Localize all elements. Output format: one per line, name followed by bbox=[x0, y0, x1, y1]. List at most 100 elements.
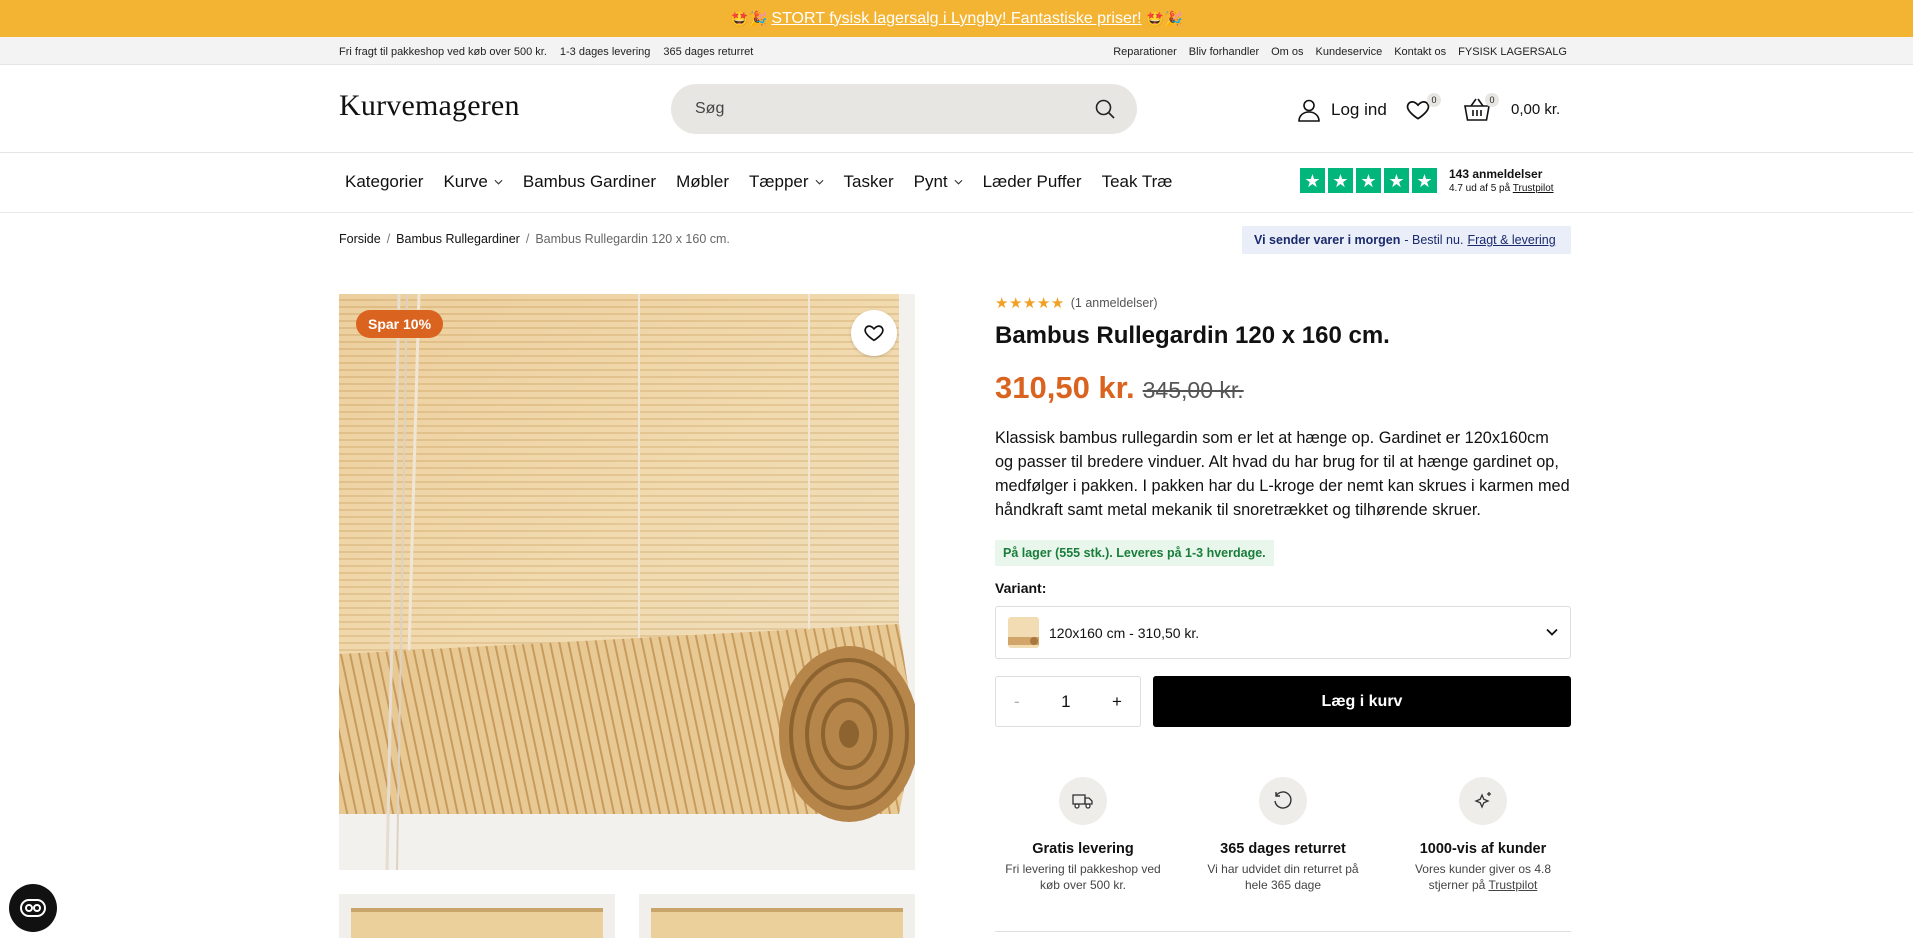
usp-desc: Fri levering til pakkeshop ved køb over … bbox=[1005, 862, 1161, 892]
sparkle-star-icon bbox=[1459, 777, 1507, 825]
star-icon: ★ bbox=[1384, 168, 1409, 193]
promo-link[interactable]: STORT fysisk lagersalg i Lyngby! Fantast… bbox=[771, 10, 1141, 28]
usp-free-shipping: Fri fragt til pakkeshop ved køb over 500… bbox=[339, 46, 547, 58]
shipping-notice: Vi sender varer i morgen - Bestil nu. Fr… bbox=[1242, 226, 1571, 254]
product-title: Bambus Rullegardin 120 x 160 cm. bbox=[995, 322, 1390, 349]
utility-bar: Fri fragt til pakkeshop ved køb over 500… bbox=[0, 37, 1913, 65]
usp-item: 1000-vis af kunder Vores kunder giver os… bbox=[1395, 777, 1571, 893]
link-om-os[interactable]: Om os bbox=[1271, 46, 1303, 58]
trustpilot-link[interactable]: Trustpilot bbox=[1513, 183, 1554, 194]
breadcrumb-current: Bambus Rullegardin 120 x 160 cm. bbox=[535, 232, 730, 246]
chevron-down-icon bbox=[1546, 628, 1558, 636]
link-bliv-forhandler[interactable]: Bliv forhandler bbox=[1189, 46, 1259, 58]
chevron-down-icon bbox=[954, 179, 963, 185]
star-icon: ★ bbox=[1300, 168, 1325, 193]
chat-button[interactable] bbox=[9, 884, 57, 932]
product-main-image[interactable]: Spar 10% bbox=[339, 294, 915, 870]
promo-emoji-right: 🤩🎉 bbox=[1145, 10, 1183, 28]
qty-decrease-button[interactable]: - bbox=[1014, 692, 1020, 712]
star-icon: ★ bbox=[1328, 168, 1353, 193]
bamboo-blind-image bbox=[339, 294, 915, 870]
usp-item: Gratis levering Fri levering til pakkesh… bbox=[995, 777, 1171, 893]
nav-item-pynt[interactable]: Pynt bbox=[914, 172, 963, 192]
variant-swatch bbox=[1008, 617, 1039, 648]
variant-value: 120x160 cm - 310,50 kr. bbox=[1049, 624, 1200, 641]
link-fysisk-lagersalg[interactable]: FYSISK LAGERSALG bbox=[1458, 46, 1567, 58]
usp-delivery: 1-3 dages levering bbox=[559, 46, 651, 58]
nav-item-taepper[interactable]: Tæpper bbox=[749, 172, 824, 192]
qty-value[interactable]: 1 bbox=[1061, 692, 1070, 712]
search-icon[interactable] bbox=[1093, 97, 1117, 121]
trustpilot-score: 4.7 ud af 5 på Trustpilot bbox=[1449, 183, 1554, 194]
product-description: Klassisk bambus rullegardin som er let a… bbox=[995, 429, 1570, 519]
nav-label: Kategorier bbox=[345, 172, 424, 191]
heart-icon bbox=[864, 325, 884, 342]
nav-item-kategorier[interactable]: Kategorier bbox=[345, 172, 423, 192]
usp-list: Fri fragt til pakkeshop ved køb over 500… bbox=[339, 46, 753, 58]
product-info: ★★★★★ (1 anmeldelser) Bambus Rullegardin… bbox=[995, 294, 1571, 893]
cart-button[interactable]: 0 bbox=[1463, 93, 1499, 123]
trustpilot-link[interactable]: Trustpilot bbox=[1488, 878, 1537, 892]
breadcrumb-separator: / bbox=[525, 232, 530, 246]
trustpilot-score-text: 4.7 ud af 5 på bbox=[1449, 183, 1511, 194]
breadcrumb-category[interactable]: Bambus Rullegardiner bbox=[396, 232, 520, 246]
qty-increase-button[interactable]: + bbox=[1112, 692, 1122, 712]
login-button[interactable]: Log ind bbox=[1296, 97, 1387, 123]
usp-title: Gratis levering bbox=[1032, 841, 1134, 857]
usp-returns: 365 dages returret bbox=[663, 46, 754, 58]
rating-stars: ★★★★★ bbox=[995, 295, 1065, 312]
usp-item: 365 dages returret Vi har udvidet din re… bbox=[1195, 777, 1371, 893]
trustpilot-widget[interactable]: ★ ★ ★ ★ ★ 143 anmeldelser 4.7 ud af 5 på… bbox=[1300, 167, 1554, 194]
review-count: (1 anmeldelser) bbox=[1070, 296, 1158, 310]
nav-label: Bambus Gardiner bbox=[522, 172, 657, 191]
site-header: Kurvemageren Log ind 0 0 0,00 kr. bbox=[0, 65, 1913, 153]
cart-count-badge: 0 bbox=[1485, 93, 1499, 107]
sale-badge: Spar 10% bbox=[356, 310, 444, 338]
shipping-notice-bold: Vi sender varer i morgen bbox=[1254, 233, 1401, 247]
product-thumbnail[interactable] bbox=[339, 894, 615, 938]
star-icon: ★ bbox=[1356, 168, 1381, 193]
breadcrumb: Forside / Bambus Rullegardiner / Bambus … bbox=[339, 232, 730, 246]
nav-item-teak-trae[interactable]: Teak Træ bbox=[1102, 172, 1173, 192]
link-kontakt-os[interactable]: Kontakt os bbox=[1394, 46, 1446, 58]
nav-item-bambus-gardiner[interactable]: Bambus Gardiner bbox=[523, 172, 656, 192]
chevron-down-icon bbox=[494, 179, 503, 185]
add-to-cart-button[interactable]: Læg i kurv bbox=[1153, 676, 1571, 727]
nav-item-mobler[interactable]: Møbler bbox=[676, 172, 729, 192]
nav-label: Tasker bbox=[843, 172, 894, 191]
login-label: Log ind bbox=[1331, 100, 1387, 119]
thumbnail-image bbox=[339, 894, 615, 938]
usp-desc: Vores kunder giver os 4.8 stjerner på Tr… bbox=[1395, 861, 1571, 893]
search-input[interactable] bbox=[695, 98, 1075, 120]
utility-links: Reparationer Bliv forhandler Om os Kunde… bbox=[1113, 46, 1567, 58]
variant-select[interactable]: 120x160 cm - 310,50 kr. bbox=[995, 606, 1571, 659]
promo-emoji-left: 🤩🎉 bbox=[730, 10, 768, 28]
usp-desc: Vi har udvidet din returret på hele 365 … bbox=[1207, 862, 1359, 892]
link-reparationer[interactable]: Reparationer bbox=[1113, 46, 1177, 58]
return-icon bbox=[1259, 777, 1307, 825]
breadcrumb-home[interactable]: Forside bbox=[339, 232, 381, 246]
nav-item-laeder-puffer[interactable]: Læder Puffer bbox=[983, 172, 1082, 192]
logo[interactable]: Kurvemageren bbox=[339, 89, 520, 123]
product-rating[interactable]: ★★★★★ (1 anmeldelser) bbox=[995, 294, 1571, 312]
wishlist-button[interactable]: 0 bbox=[1405, 93, 1441, 123]
cart-total[interactable]: 0,00 kr. bbox=[1511, 101, 1560, 118]
trustpilot-stars: ★ ★ ★ ★ ★ bbox=[1300, 168, 1437, 193]
wishlist-count-badge: 0 bbox=[1427, 93, 1441, 107]
divider bbox=[995, 931, 1571, 932]
product-thumbnail[interactable] bbox=[639, 894, 915, 938]
link-kundeservice[interactable]: Kundeservice bbox=[1316, 46, 1383, 58]
shipping-notice-text: - Bestil nu. bbox=[1404, 233, 1464, 247]
nav-item-kurve[interactable]: Kurve bbox=[443, 172, 503, 192]
current-price: 310,50 kr. bbox=[995, 370, 1135, 405]
thumbnail-image bbox=[639, 894, 915, 938]
nav-item-tasker[interactable]: Tasker bbox=[844, 172, 894, 192]
main-nav: Kategorier Kurve Bambus Gardiner Møbler … bbox=[0, 153, 1913, 213]
nav-label: Teak Træ bbox=[1101, 172, 1173, 191]
quantity-stepper: - 1 + bbox=[995, 676, 1141, 727]
trustpilot-count: 143 anmeldelser bbox=[1449, 167, 1543, 181]
nav-label: Tæpper bbox=[749, 172, 809, 191]
shipping-link[interactable]: Fragt & levering bbox=[1467, 233, 1555, 247]
variant-label: Variant: bbox=[995, 580, 1047, 596]
add-to-wishlist-button[interactable] bbox=[851, 310, 897, 356]
